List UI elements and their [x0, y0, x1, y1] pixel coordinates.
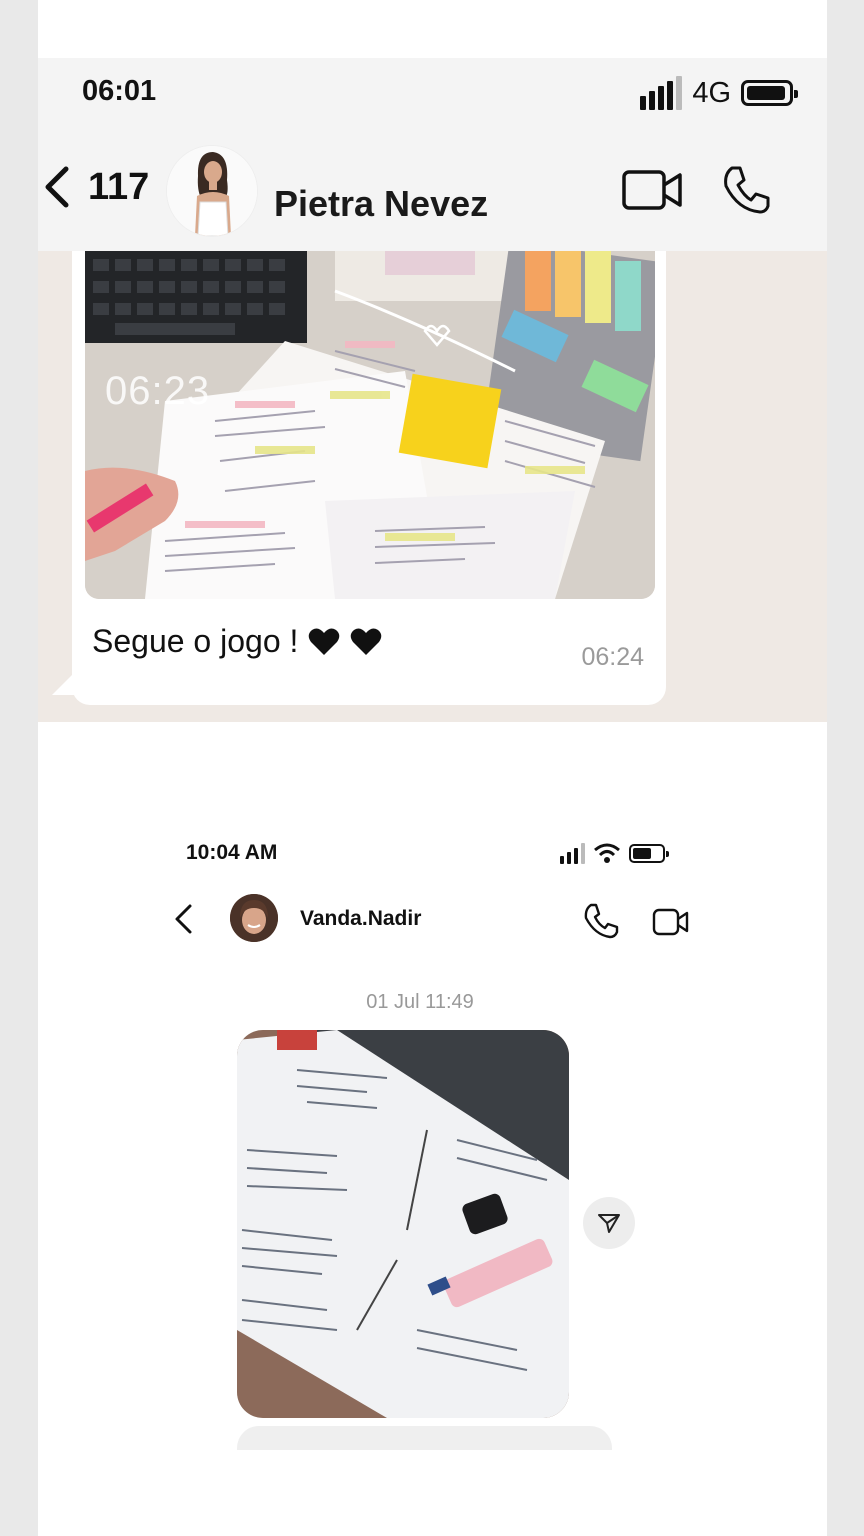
- study-desk-illustration: [85, 251, 655, 599]
- video-call-icon[interactable]: [622, 168, 684, 212]
- status-bar-icons: 4G: [640, 76, 798, 110]
- send-arrow-icon: [598, 1214, 620, 1233]
- unread-count[interactable]: 117: [88, 166, 149, 209]
- heart-icon: [351, 628, 382, 655]
- screenshot-collage: 06:01 4G 117 Pietra Nevez 06:23 Segue o …: [38, 0, 827, 1536]
- video-call-icon[interactable]: [652, 907, 690, 937]
- study-notes-photo[interactable]: [237, 1030, 569, 1418]
- battery-icon: [741, 80, 798, 106]
- contact-avatar[interactable]: [230, 894, 278, 942]
- battery-icon: [629, 843, 669, 863]
- network-type: 4G: [692, 76, 731, 109]
- signal-icon: [560, 842, 585, 864]
- back-arrow-icon[interactable]: [40, 163, 74, 211]
- photo-timestamp-overlay: 06:23: [105, 369, 211, 413]
- contact-avatar[interactable]: [166, 145, 258, 237]
- instagram-dm-screenshot: 10:04 AM Vanda.Nadir 01 Jul 11:49: [38, 722, 827, 1536]
- message-caption: Segue o jogo !: [92, 623, 382, 660]
- wifi-icon: [594, 843, 620, 863]
- status-bar-icons: [560, 842, 669, 864]
- whatsapp-chat-screenshot: 06:01 4G 117 Pietra Nevez 06:23 Segue o …: [38, 58, 827, 722]
- message-time: 06:24: [581, 643, 644, 671]
- date-separator: 01 Jul 11:49: [366, 991, 474, 1013]
- study-notes-photo[interactable]: 06:23: [85, 251, 655, 599]
- phone-call-icon[interactable]: [720, 164, 772, 216]
- contact-name[interactable]: Pietra Nevez: [274, 183, 488, 225]
- image-message-bubble[interactable]: 06:23 Segue o jogo ! 06:24: [72, 251, 666, 705]
- partial-message-bubble: [237, 1426, 612, 1450]
- chat-header: 06:01 4G 117 Pietra Nevez: [38, 58, 827, 251]
- share-button[interactable]: [583, 1197, 635, 1249]
- caption-text: Segue o jogo !: [92, 623, 299, 659]
- signal-icon: [640, 76, 683, 110]
- heart-icon: [309, 628, 340, 655]
- notes-with-highlighter-illustration: [237, 1030, 569, 1418]
- chat-area: 06:23 Segue o jogo ! 06:24: [38, 251, 827, 722]
- contact-name[interactable]: Vanda.Nadir: [300, 907, 421, 931]
- status-time: 10:04 AM: [186, 841, 278, 864]
- phone-call-icon[interactable]: [582, 902, 620, 940]
- status-time: 06:01: [82, 75, 157, 107]
- back-arrow-icon[interactable]: [172, 903, 196, 935]
